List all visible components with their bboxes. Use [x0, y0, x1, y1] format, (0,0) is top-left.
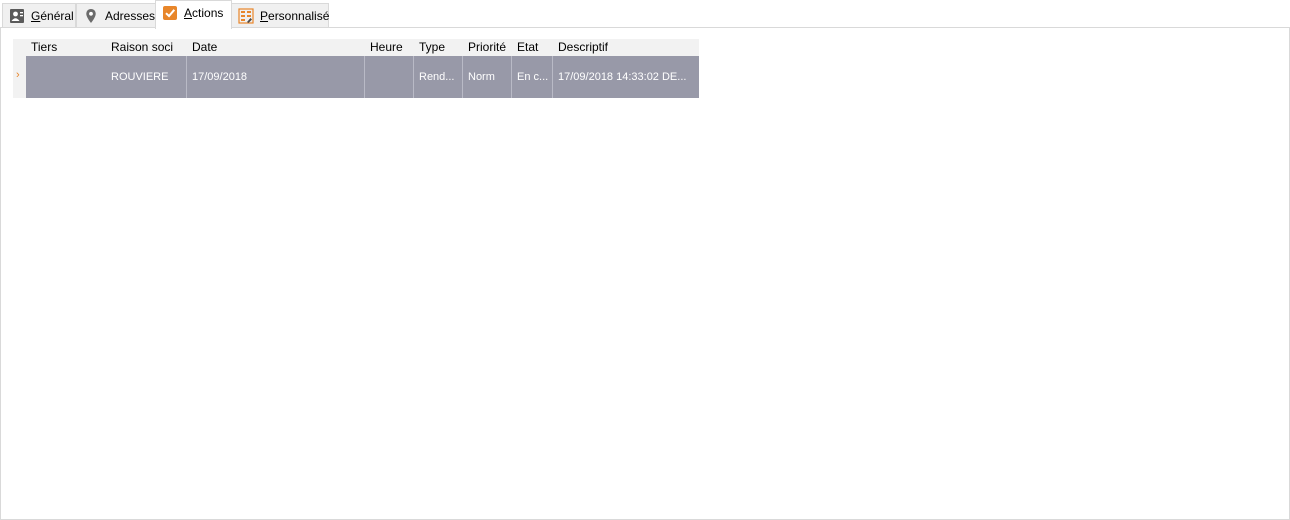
contact-card-icon	[9, 8, 25, 24]
column-header-etat[interactable]: Etat	[512, 39, 553, 56]
checkbox-checked-icon	[162, 5, 178, 21]
cell-etat[interactable]: En c...	[512, 56, 553, 98]
tab-personnalise[interactable]: Personnalisé	[231, 3, 329, 28]
tab-adresses[interactable]: Adresses	[76, 3, 156, 28]
tab-adresses-label: Adresses	[105, 9, 156, 23]
column-header-date[interactable]: Date	[187, 39, 365, 56]
tab-actions[interactable]: Actions	[155, 0, 232, 29]
column-header-heure[interactable]: Heure	[365, 39, 414, 56]
column-header-raison-sociale[interactable]: Raison soci	[106, 39, 187, 56]
tab-personnalise-label: Personnalisé	[260, 9, 330, 23]
custom-grid-icon	[238, 8, 254, 24]
cell-descriptif[interactable]: 17/09/2018 14:33:02 DE...	[553, 56, 699, 98]
tab-general-label: Général	[31, 9, 74, 23]
cell-date[interactable]: 17/09/2018	[187, 56, 365, 98]
actions-panel: Tiers Raison soci Date Heure Type Priori…	[0, 27, 1290, 520]
cell-priorite[interactable]: Norm	[463, 56, 512, 98]
row-selected-chevron-icon: ›	[16, 69, 20, 81]
column-header-priorite[interactable]: Priorité	[463, 39, 512, 56]
row-indicator: ›	[13, 56, 26, 98]
column-header-tiers[interactable]: Tiers	[26, 39, 107, 56]
cell-tiers[interactable]	[26, 56, 107, 98]
tab-general[interactable]: Général	[2, 3, 76, 28]
column-header-descriptif[interactable]: Descriptif	[553, 39, 699, 56]
map-pin-icon	[83, 8, 99, 24]
cell-raison-sociale[interactable]: ROUVIERE	[106, 56, 187, 98]
cell-heure[interactable]	[365, 56, 414, 98]
column-header-type[interactable]: Type	[414, 39, 463, 56]
tab-strip: Général Adresses Actions Personnalisé	[0, 0, 1290, 29]
grid-header: Tiers Raison soci Date Heure Type Priori…	[13, 39, 699, 56]
actions-grid: Tiers Raison soci Date Heure Type Priori…	[13, 39, 699, 98]
table-row[interactable]: › ROUVIERE 17/09/2018 Rend... Norm En c.…	[13, 56, 699, 98]
cell-type[interactable]: Rend...	[414, 56, 463, 98]
tab-actions-label: Actions	[184, 6, 224, 20]
